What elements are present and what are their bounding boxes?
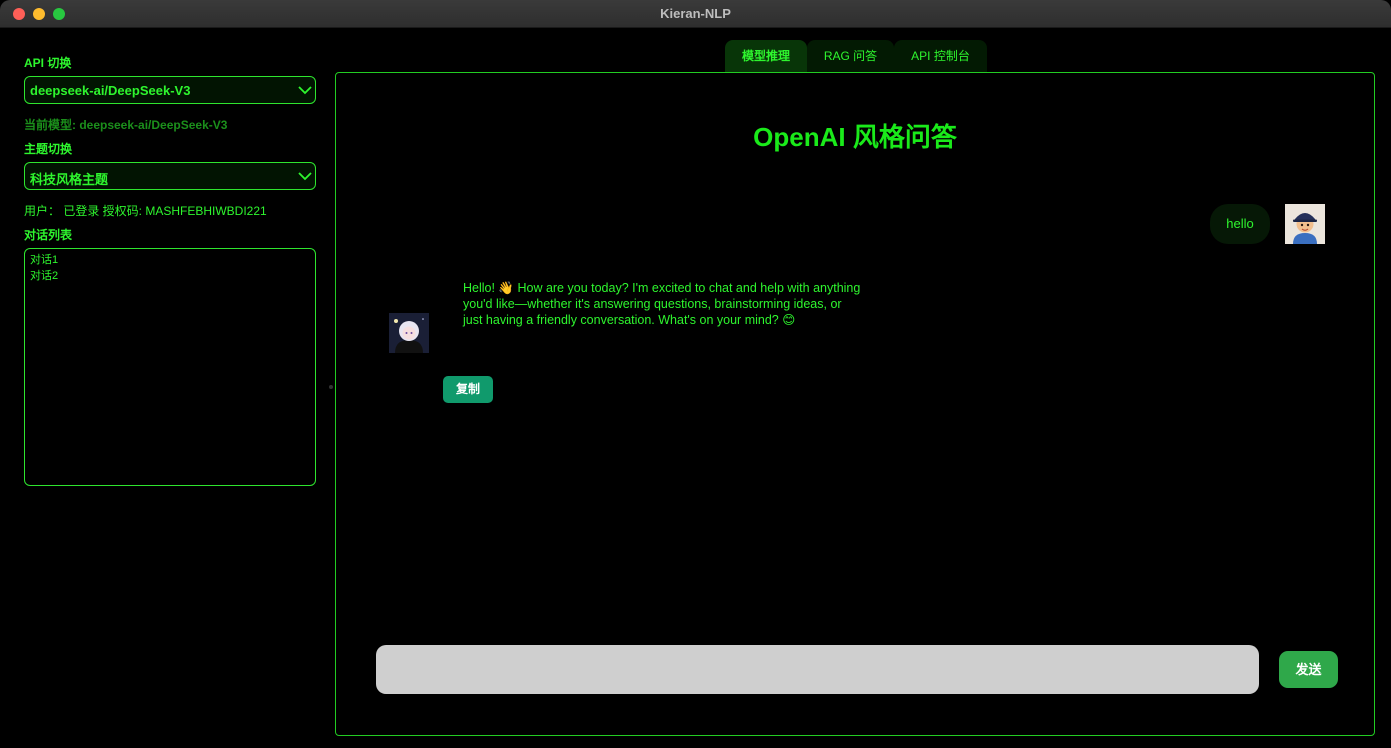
tab-rag-qa[interactable]: RAG 问答 — [807, 40, 894, 72]
splitter-handle[interactable] — [329, 385, 333, 389]
chat-input[interactable] — [376, 645, 1259, 694]
api-select[interactable]: deepseek-ai/DeepSeek-V3 — [24, 76, 316, 104]
assistant-avatar — [389, 313, 429, 353]
conversation-list[interactable]: 对话1 对话2 — [24, 248, 316, 486]
current-model-text: 当前模型: deepseek-ai/DeepSeek-V3 — [24, 118, 228, 132]
tab-api-console[interactable]: API 控制台 — [894, 40, 987, 72]
user-status-text: 用户： 已登录 授权码: MASHFEBHIWBDI221 — [24, 204, 267, 218]
user-message-bubble: hello — [1210, 204, 1270, 244]
tab-model-inference[interactable]: 模型推理 — [725, 40, 807, 72]
api-switch-label: API 切换 — [24, 56, 72, 70]
copy-button[interactable]: 复制 — [443, 376, 493, 403]
chevron-down-icon — [298, 86, 312, 95]
chevron-down-icon — [298, 172, 312, 181]
assistant-message: Hello! 👋 How are you today? I'm excited … — [463, 281, 861, 327]
user-avatar — [1285, 204, 1325, 244]
send-button[interactable]: 发送 — [1279, 651, 1338, 688]
anime-girl-avatar-icon — [389, 313, 429, 353]
conversation-item[interactable]: 对话1 — [30, 252, 315, 268]
conversation-list-label: 对话列表 — [24, 228, 73, 242]
title-bar: Kieran-NLP — [0, 0, 1391, 28]
conversation-item[interactable]: 对话2 — [30, 268, 315, 284]
theme-select-value: 科技风格主题 — [30, 172, 109, 187]
chat-panel: OpenAI 风格问答 — [335, 72, 1375, 736]
theme-switch-label: 主题切换 — [24, 142, 73, 156]
theme-select[interactable]: 科技风格主题 — [24, 162, 316, 190]
api-select-value: deepseek-ai/DeepSeek-V3 — [30, 83, 191, 98]
page-title: OpenAI 风格问答 — [753, 122, 957, 152]
window-title: Kieran-NLP — [660, 6, 731, 21]
boy-avatar-icon — [1285, 204, 1325, 244]
